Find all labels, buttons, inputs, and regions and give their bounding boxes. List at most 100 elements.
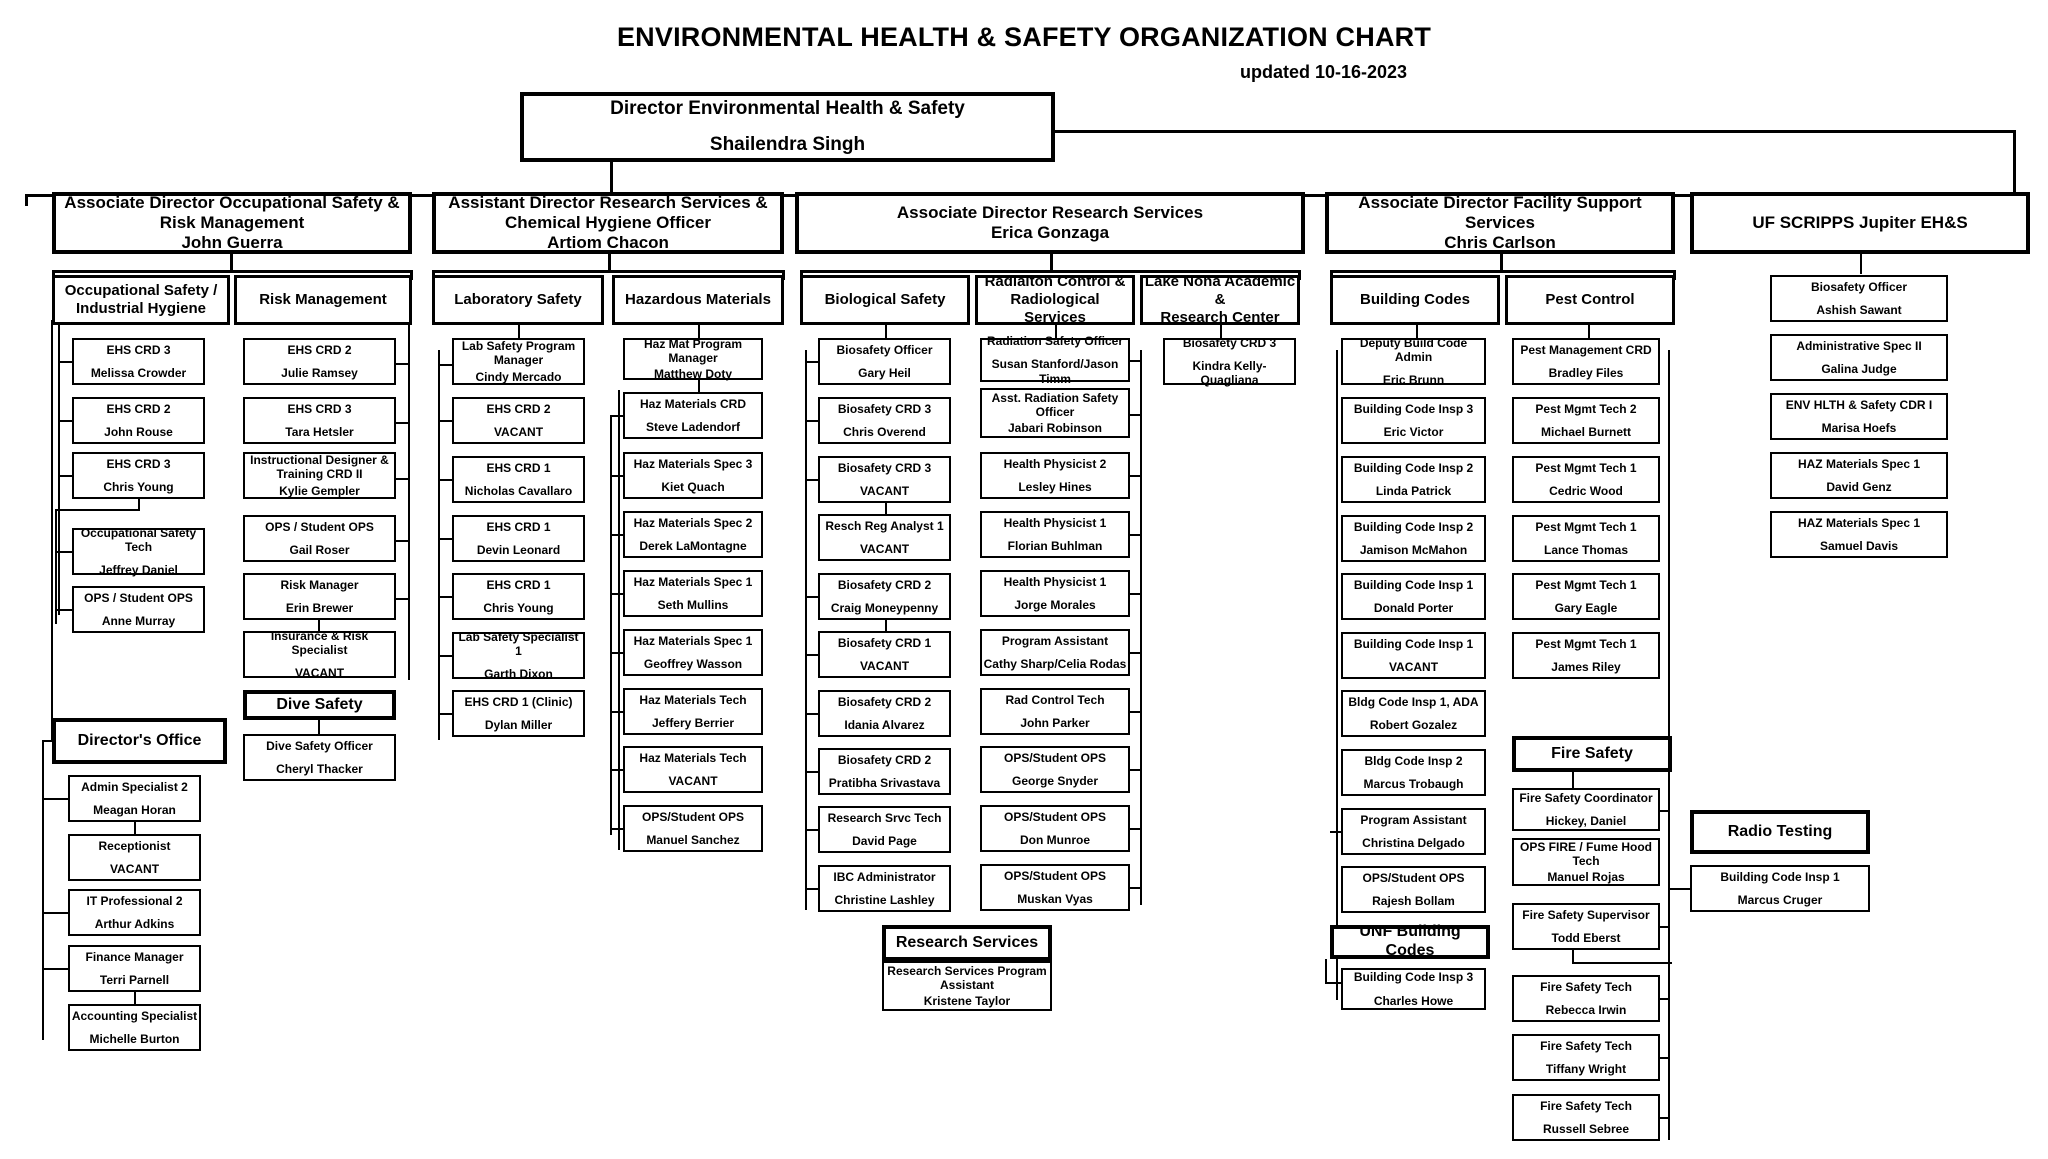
staff-card[interactable]: Pest Management CRD Bradley Files: [1512, 338, 1660, 385]
staff-card[interactable]: Program Assistant Christina Delgado: [1341, 808, 1486, 855]
staff-card[interactable]: OPS/Student OPS Don Munroe: [980, 805, 1130, 852]
division-research-chemical-hygiene[interactable]: Assistant Director Research Services & C…: [432, 192, 784, 254]
staff-card[interactable]: EHS CRD 1 Devin Leonard: [452, 515, 585, 562]
staff-card[interactable]: Building Code Insp 1 VACANT: [1341, 632, 1486, 679]
staff-card[interactable]: EHS CRD 3 Chris Young: [72, 452, 205, 499]
group-laboratory-safety[interactable]: Laboratory Safety: [432, 275, 604, 325]
staff-card[interactable]: IT Professional 2 Arthur Adkins: [68, 889, 201, 936]
group-fire-safety[interactable]: Fire Safety: [1512, 736, 1672, 772]
staff-card[interactable]: Lab Safety Specialist 1 Garth Dixon: [452, 630, 585, 681]
staff-card[interactable]: Instructional Designer & Training CRD II…: [243, 452, 396, 499]
staff-card[interactable]: Program Assistant Cathy Sharp/Celia Roda…: [980, 629, 1130, 676]
staff-card[interactable]: Bldg Code Insp 2 Marcus Trobaugh: [1341, 749, 1486, 796]
staff-card[interactable]: OPS / Student OPS Anne Murray: [72, 586, 205, 633]
staff-card[interactable]: Building Code Insp 2 Jamison McMahon: [1341, 515, 1486, 562]
group-biological-safety[interactable]: Biological Safety: [800, 275, 970, 325]
division-uf-scripps[interactable]: UF SCRIPPS Jupiter EH&S: [1690, 192, 2030, 254]
staff-card[interactable]: IBC Administrator Christine Lashley: [818, 865, 951, 912]
staff-card[interactable]: EHS CRD 1 (Clinic) Dylan Miller: [452, 690, 585, 737]
staff-card[interactable]: HAZ Materials Spec 1 Samuel Davis: [1770, 511, 1948, 558]
group-building-codes[interactable]: Building Codes: [1330, 275, 1500, 325]
group-research-services[interactable]: Research Services: [882, 925, 1052, 961]
staff-card[interactable]: Research Services Program Assistant Kris…: [882, 961, 1052, 1011]
staff-card[interactable]: Building Code Insp 2 Linda Patrick: [1341, 456, 1486, 503]
staff-card[interactable]: OPS / Student OPS Gail Roser: [243, 515, 396, 562]
staff-card[interactable]: OPS/Student OPS Rajesh Bollam: [1341, 866, 1486, 913]
staff-card[interactable]: Bldg Code Insp 1, ADA Robert Gozalez: [1341, 690, 1486, 737]
staff-card[interactable]: Building Code Insp 3 Eric Victor: [1341, 397, 1486, 444]
group-risk-management[interactable]: Risk Management: [234, 275, 412, 325]
staff-card[interactable]: Building Code Insp 3 Charles Howe: [1341, 968, 1486, 1010]
staff-card[interactable]: Fire Safety Coordinator Hickey, Daniel: [1512, 788, 1660, 831]
staff-card[interactable]: OPS/Student OPS George Snyder: [980, 746, 1130, 793]
group-lake-nona[interactable]: Lake Nona Academic & Research Center: [1140, 273, 1300, 326]
staff-card[interactable]: Biosafety CRD 2 Pratibha Srivastava: [818, 748, 951, 795]
staff-card[interactable]: Haz Mat Program Manager Matthew Doty: [623, 337, 763, 381]
staff-card[interactable]: Pest Mgmt Tech 1 James Riley: [1512, 632, 1660, 679]
staff-card[interactable]: Haz Materials Spec 1 Geoffrey Wasson: [623, 629, 763, 676]
staff-card[interactable]: Biosafety CRD 3 Chris Overend: [818, 397, 951, 444]
staff-card[interactable]: Admin Specialist 2 Meagan Horan: [68, 775, 201, 822]
staff-card[interactable]: EHS CRD 3 Tara Hetsler: [243, 397, 396, 444]
staff-card[interactable]: Biosafety CRD 3 VACANT: [818, 456, 951, 503]
staff-card[interactable]: Receptionist VACANT: [68, 834, 201, 881]
staff-card[interactable]: Haz Materials Spec 3 Kiet Quach: [623, 452, 763, 499]
staff-card[interactable]: Research Srvc Tech David Page: [818, 806, 951, 853]
staff-card[interactable]: Pest Mgmt Tech 1 Cedric Wood: [1512, 456, 1660, 503]
staff-card[interactable]: Rad Control Tech John Parker: [980, 688, 1130, 735]
staff-card[interactable]: Risk Manager Erin Brewer: [243, 573, 396, 620]
staff-card[interactable]: Biosafety CRD 2 Idania Alvarez: [818, 690, 951, 737]
group-directors-office[interactable]: Director's Office: [52, 718, 227, 764]
staff-card[interactable]: Resch Reg Analyst 1 VACANT: [818, 514, 951, 561]
group-occupational-safety[interactable]: Occupational Safety / Industrial Hygiene: [52, 275, 230, 325]
director-box[interactable]: Director Environmental Health & Safety S…: [520, 92, 1055, 162]
staff-card[interactable]: EHS CRD 1 Nicholas Cavallaro: [452, 456, 585, 503]
staff-card[interactable]: Asst. Radiation Safety Officer Jabari Ro…: [980, 388, 1130, 438]
staff-card[interactable]: OPS FIRE / Fume Hood Tech Manuel Rojas: [1512, 838, 1660, 886]
staff-card[interactable]: Fire Safety Tech Tiffany Wright: [1512, 1034, 1660, 1081]
staff-card[interactable]: Fire Safety Tech Russell Sebree: [1512, 1094, 1660, 1141]
staff-card[interactable]: Haz Materials Spec 2 Derek LaMontagne: [623, 511, 763, 558]
group-pest-control[interactable]: Pest Control: [1505, 275, 1675, 325]
division-research-services[interactable]: Associate Director Research Services Eri…: [795, 192, 1305, 254]
staff-card[interactable]: Biosafety Officer Ashish Sawant: [1770, 275, 1948, 322]
staff-card[interactable]: Occupational Safety Tech Jeffrey Daniel: [72, 526, 205, 577]
staff-card[interactable]: Pest Mgmt Tech 1 Gary Eagle: [1512, 573, 1660, 620]
group-unf-building-codes[interactable]: UNF Building Codes: [1330, 923, 1490, 959]
staff-card[interactable]: Pest Mgmt Tech 1 Lance Thomas: [1512, 515, 1660, 562]
staff-card[interactable]: OPS/Student OPS Muskan Vyas: [980, 864, 1130, 911]
staff-card[interactable]: Health Physicist 2 Lesley Hines: [980, 452, 1130, 499]
staff-card[interactable]: Haz Materials CRD Steve Ladendorf: [623, 392, 763, 439]
staff-card[interactable]: Dive Safety Officer Cheryl Thacker: [243, 734, 396, 781]
group-radiation-control[interactable]: Radiaiton Control & Radiological Service…: [975, 273, 1135, 326]
staff-card[interactable]: Fire Safety Supervisor Todd Eberst: [1512, 903, 1660, 950]
staff-card[interactable]: Building Code Insp 1 Marcus Cruger: [1690, 865, 1870, 912]
staff-card[interactable]: Biosafety CRD 3 Kindra Kelly-Quagliana: [1163, 336, 1296, 387]
staff-card[interactable]: Pest Mgmt Tech 2 Michael Burnett: [1512, 397, 1660, 444]
staff-card[interactable]: OPS/Student OPS Manuel Sanchez: [623, 805, 763, 852]
division-occupational-safety[interactable]: Associate Director Occupational Safety &…: [52, 192, 412, 254]
staff-card[interactable]: EHS CRD 2 John Rouse: [72, 397, 205, 444]
staff-card[interactable]: Health Physicist 1 Jorge Morales: [980, 570, 1130, 617]
staff-card[interactable]: Building Code Insp 1 Donald Porter: [1341, 573, 1486, 620]
staff-card[interactable]: EHS CRD 1 Chris Young: [452, 573, 585, 620]
staff-card[interactable]: Radiation Safety Officer Susan Stanford/…: [980, 334, 1130, 386]
staff-card[interactable]: Haz Materials Spec 1 Seth Mullins: [623, 570, 763, 617]
staff-card[interactable]: Finance Manager Terri Parnell: [68, 945, 201, 992]
staff-card[interactable]: Accounting Specialist Michelle Burton: [68, 1004, 201, 1051]
staff-card[interactable]: HAZ Materials Spec 1 David Genz: [1770, 452, 1948, 499]
staff-card[interactable]: Biosafety Officer Gary Heil: [818, 338, 951, 385]
staff-card[interactable]: Haz Materials Tech VACANT: [623, 746, 763, 793]
staff-card[interactable]: Deputy Build Code Admin Eric Brunn: [1341, 336, 1486, 387]
group-dive-safety[interactable]: Dive Safety: [243, 690, 396, 720]
group-hazardous-materials[interactable]: Hazardous Materials: [612, 275, 784, 325]
staff-card[interactable]: EHS CRD 3 Melissa Crowder: [72, 338, 205, 385]
staff-card[interactable]: Insurance & Risk Specialist VACANT: [243, 629, 396, 680]
group-radio-testing[interactable]: Radio Testing: [1690, 810, 1870, 854]
staff-card[interactable]: Biosafety CRD 2 Craig Moneypenny: [818, 573, 951, 620]
staff-card[interactable]: Lab Safety Program Manager Cindy Mercado: [452, 338, 585, 385]
staff-card[interactable]: Health Physicist 1 Florian Buhlman: [980, 511, 1130, 558]
staff-card[interactable]: EHS CRD 2 Julie Ramsey: [243, 338, 396, 385]
staff-card[interactable]: Fire Safety Tech Rebecca Irwin: [1512, 975, 1660, 1022]
staff-card[interactable]: Administrative Spec II Galina Judge: [1770, 334, 1948, 381]
